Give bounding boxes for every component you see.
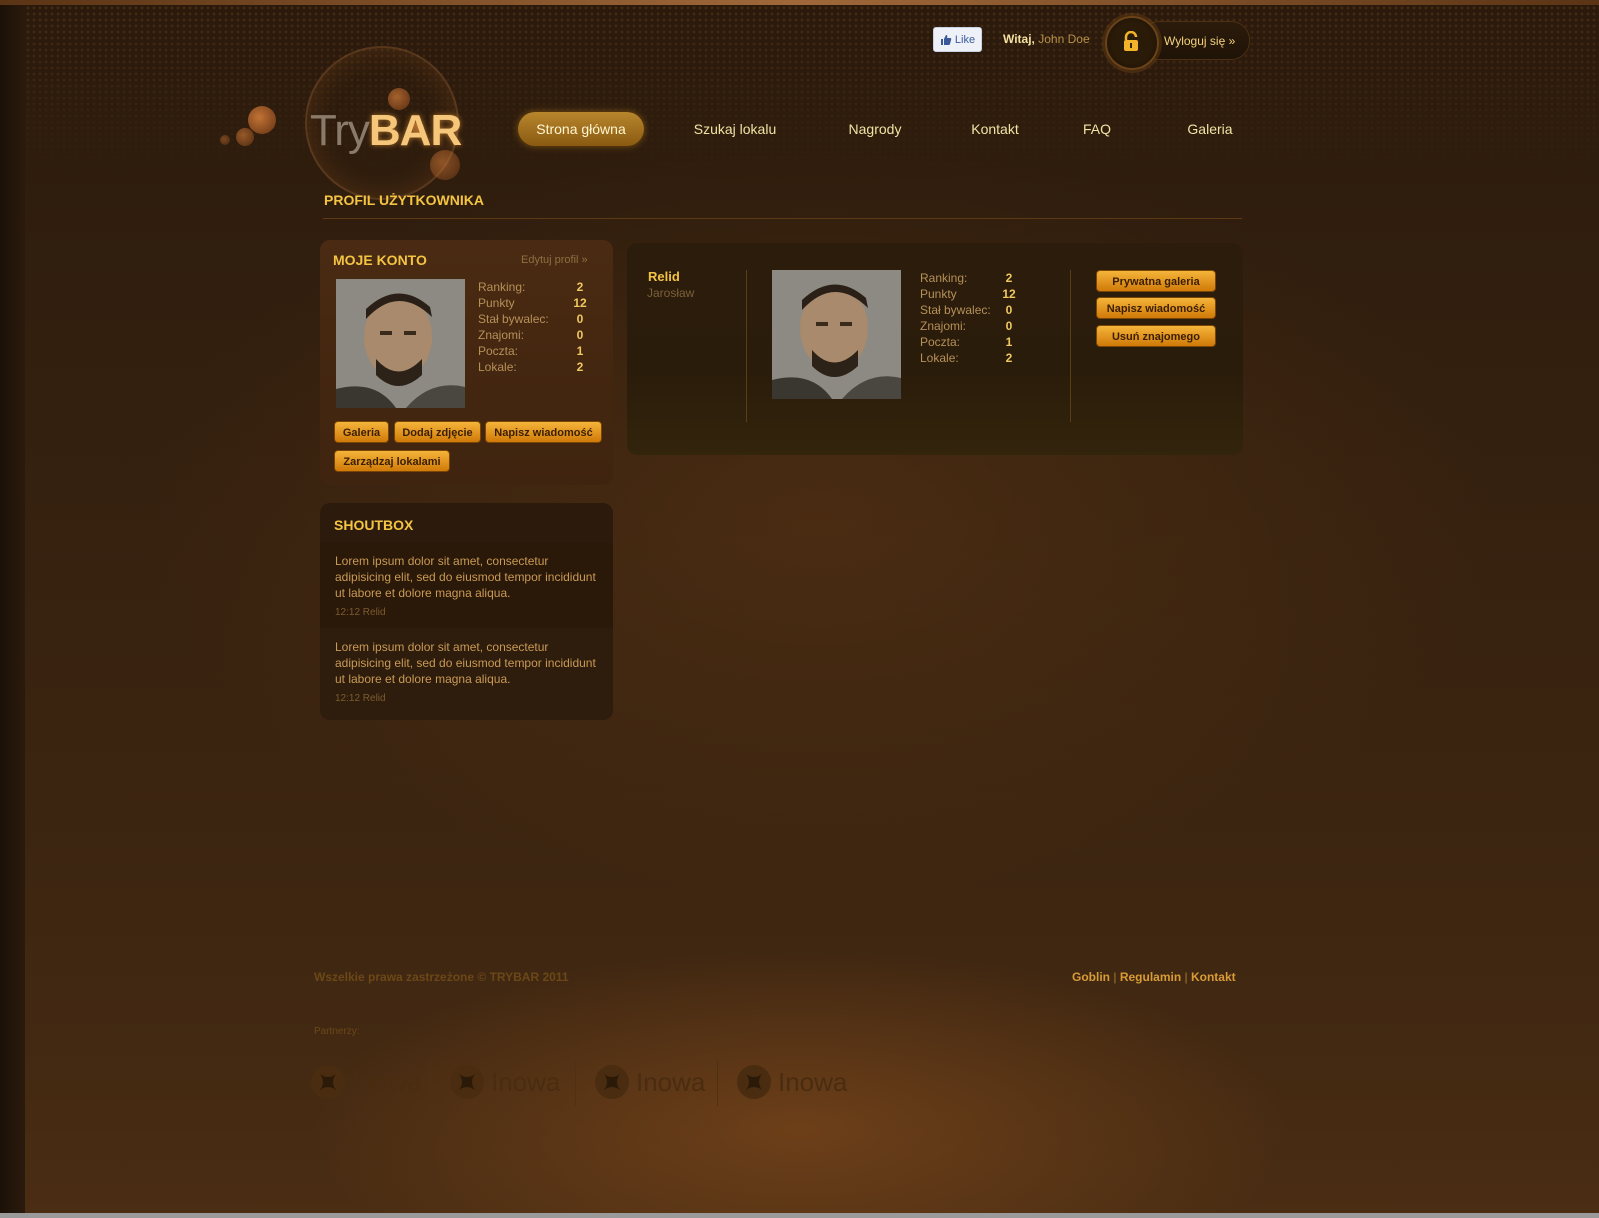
footer-link-kontakt[interactable]: Kontakt — [1191, 970, 1236, 984]
partner-name: Inowa — [491, 1066, 561, 1097]
nav-galeria[interactable]: Galeria — [1180, 112, 1240, 146]
shout-item: Lorem ipsum dolor sit amet, consectetur … — [320, 629, 613, 720]
footer-link-regulamin[interactable]: Regulamin — [1120, 970, 1181, 984]
logout-label: Wyloguj się » — [1164, 34, 1236, 48]
inowa-logo-icon — [450, 1065, 484, 1099]
stat-value: 0 — [576, 312, 584, 326]
friend-nick[interactable]: Relid — [648, 269, 680, 284]
private-gallery-button[interactable]: Prywatna galeria — [1096, 270, 1216, 292]
stat-value: 1 — [576, 344, 584, 358]
stat-label: Ranking: — [920, 271, 968, 285]
add-photo-button[interactable]: Dodaj zdjęcie — [394, 421, 481, 443]
stat-label: Poczta: — [478, 344, 519, 358]
stat-label: Znajomi: — [478, 328, 525, 342]
left-edge-shadow — [0, 5, 25, 1213]
inowa-logo-icon — [595, 1065, 629, 1099]
partner-divider — [575, 1060, 576, 1106]
shout-meta: 12:12 Relid — [335, 607, 386, 618]
stat-label: Stał bywalec: — [478, 312, 549, 326]
welcome-label: Witaj, — [1003, 32, 1035, 46]
partner-logo[interactable]: Inowa — [310, 1060, 421, 1104]
logo-bar: BAR — [368, 106, 462, 155]
stat-value: 2 — [1005, 351, 1013, 365]
write-message-button[interactable]: Napisz wiadomość — [485, 421, 602, 443]
nav-kontakt[interactable]: Kontakt — [960, 112, 1030, 146]
avatar — [336, 279, 465, 408]
shout-text: Lorem ipsum dolor sit amet, consectetur … — [335, 554, 596, 600]
stat-label: Poczta: — [920, 335, 961, 349]
manage-venues-button[interactable]: Zarządzaj lokalami — [334, 450, 450, 472]
bottom-bar — [0, 1213, 1599, 1218]
gallery-button[interactable]: Galeria — [334, 421, 389, 443]
lock-badge[interactable] — [1105, 16, 1159, 70]
partner-divider — [430, 1060, 431, 1106]
partner-logo[interactable]: Inowa — [449, 1060, 560, 1104]
edit-profile-link[interactable]: Edytuj profil » — [521, 254, 588, 266]
nav-faq[interactable]: FAQ — [1076, 112, 1118, 146]
stat-value: 2 — [1005, 271, 1013, 285]
stat-label: Punkty — [478, 296, 515, 310]
avatar-portrait — [336, 279, 465, 408]
stat-value: 0 — [1005, 319, 1013, 333]
shout-text: Lorem ipsum dolor sit amet, consectetur … — [335, 640, 596, 686]
logo[interactable]: TryBAR — [220, 40, 520, 200]
shoutbox-title: SHOUTBOX — [334, 517, 414, 533]
logo-bubble — [220, 135, 230, 145]
friend-name: Jarosław — [647, 286, 695, 300]
stat-label: Stał bywalec: — [920, 303, 991, 317]
nav-szukaj-lokalu[interactable]: Szukaj lokalu — [685, 112, 785, 146]
facebook-like-button[interactable]: Like — [933, 27, 982, 52]
copyright: Wszelkie prawa zastrzeżone © TRYBAR 2011 — [314, 970, 569, 984]
footer-link-goblin[interactable]: Goblin — [1072, 970, 1110, 984]
inowa-logo-icon — [737, 1065, 771, 1099]
logo-bubble — [248, 106, 276, 134]
partner-divider — [717, 1060, 718, 1106]
nav-strona-glowna[interactable]: Strona główna — [518, 112, 644, 146]
shout-item: Lorem ipsum dolor sit amet, consectetur … — [320, 543, 613, 627]
nav-nagrody[interactable]: Nagrody — [840, 112, 910, 146]
inowa-logo-icon — [311, 1065, 345, 1099]
shout-meta: 12:12 Relid — [335, 693, 386, 704]
stat-label: Punkty — [920, 287, 957, 301]
partner-name: Inowa — [636, 1066, 706, 1097]
write-message-button[interactable]: Napisz wiadomość — [1096, 297, 1216, 319]
title-divider — [323, 218, 1242, 219]
link-separator: | — [1184, 970, 1188, 984]
column-divider — [746, 270, 747, 422]
logo-try: Try — [310, 106, 370, 155]
like-label: Like — [954, 33, 976, 46]
padlock-icon — [1124, 31, 1138, 51]
page-title: PROFIL UŻYTKOWNIKA — [324, 192, 484, 208]
partners-label: Partnerzy: — [314, 1026, 360, 1037]
partner-name: Inowa — [778, 1066, 848, 1097]
stat-value: 2 — [576, 360, 584, 374]
footer-links: Goblin | Regulamin | Kontakt — [1072, 970, 1236, 984]
stat-value: 0 — [576, 328, 584, 342]
user-name[interactable]: John Doe — [1038, 32, 1089, 46]
remove-friend-button[interactable]: Usuń znajomego — [1096, 325, 1216, 347]
stat-value: 12 — [1002, 287, 1016, 301]
column-divider — [1070, 270, 1071, 422]
thumbs-up-icon — [940, 34, 952, 45]
logo-wordmark: TryBAR — [310, 106, 462, 156]
partner-logo[interactable]: Inowa — [594, 1060, 705, 1104]
stat-value: 1 — [1005, 335, 1013, 349]
stat-label: Znajomi: — [920, 319, 967, 333]
avatar-portrait — [772, 270, 901, 399]
partner-logo[interactable]: Inowa — [736, 1060, 847, 1104]
partner-name: Inowa — [352, 1066, 422, 1097]
stat-value: 0 — [1005, 303, 1013, 317]
logo-bubble — [236, 128, 254, 146]
stat-label: Lokale: — [920, 351, 959, 365]
stat-value: 12 — [573, 296, 587, 310]
top-accent-bar — [0, 0, 1599, 5]
friend-avatar — [772, 270, 901, 399]
welcome-text: Witaj, John Doe — [1003, 32, 1090, 46]
my-account-title: MOJE KONTO — [333, 252, 427, 268]
stat-label: Lokale: — [478, 360, 517, 374]
stat-value: 2 — [576, 280, 584, 294]
stat-label: Ranking: — [478, 280, 526, 294]
shoutbox-panel: SHOUTBOX Lorem ipsum dolor sit amet, con… — [320, 503, 613, 720]
link-separator: | — [1113, 970, 1117, 984]
